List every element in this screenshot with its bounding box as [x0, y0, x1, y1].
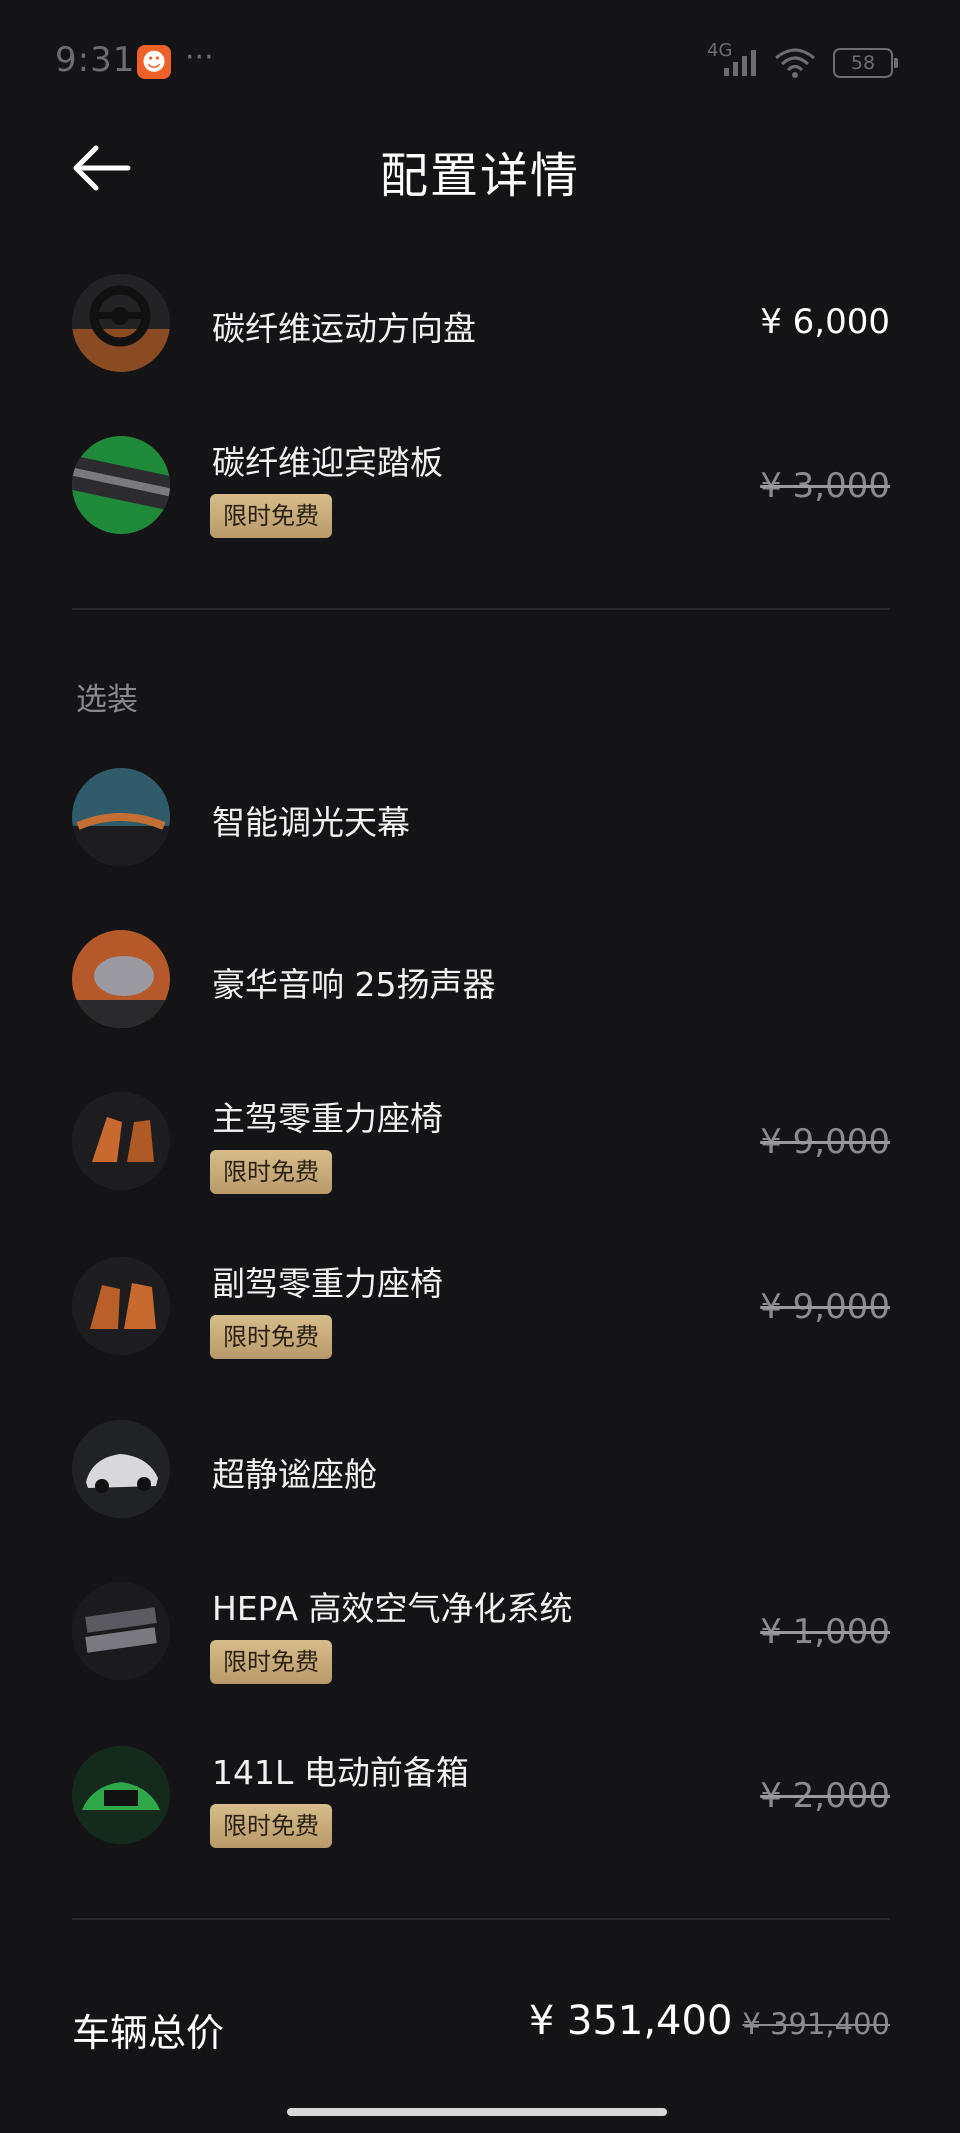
item-name: 碳纤维运动方向盘 — [212, 309, 476, 348]
item-price: ¥ 6,000 — [760, 302, 890, 342]
passenger-seat-thumbnail — [72, 1257, 170, 1355]
total-price: ¥ 351,400 — [528, 1998, 733, 2044]
driver-seat-thumbnail — [72, 1092, 170, 1190]
quiet-cabin-thumbnail — [72, 1420, 170, 1518]
item-name: 智能调光天幕 — [212, 803, 410, 842]
page-title: 配置详情 — [379, 148, 580, 204]
list-item: 141L 电动前备箱 限时免费 ¥ 2,000 — [72, 1746, 890, 1856]
status-bar: 9:31 ☻ ··· 4G 58 — [0, 0, 960, 120]
steering-wheel-thumbnail — [72, 274, 170, 372]
list-item: HEPA 高效空气净化系统 限时免费 ¥ 1,000 — [72, 1582, 890, 1692]
item-name: 超静谧座舱 — [212, 1455, 377, 1494]
list-item: 副驾零重力座椅 限时免费 ¥ 9,000 — [72, 1257, 890, 1367]
original-price: ¥ 9,000 — [760, 1122, 890, 1162]
list-item: 碳纤维运动方向盘 ¥ 6,000 — [72, 274, 890, 384]
more-notifications-icon: ··· — [185, 40, 214, 75]
free-badge: 限时免费 — [210, 1804, 332, 1848]
list-item: 豪华音响 25扬声器 — [72, 930, 890, 1040]
options-section-label: 选装 — [76, 682, 138, 718]
sunroof-thumbnail — [72, 768, 170, 866]
free-badge: 限时免费 — [210, 1150, 332, 1194]
original-price: ¥ 2,000 — [760, 1776, 890, 1816]
free-badge: 限时免费 — [210, 1640, 332, 1684]
hepa-filter-thumbnail — [72, 1582, 170, 1680]
list-item: 主驾零重力座椅 限时免费 ¥ 9,000 — [72, 1092, 890, 1202]
audio-speaker-thumbnail — [72, 930, 170, 1028]
list-item: 超静谧座舱 — [72, 1420, 890, 1530]
original-price: ¥ 1,000 — [760, 1612, 890, 1652]
section-divider — [72, 608, 890, 610]
item-name: 副驾零重力座椅 — [212, 1264, 443, 1303]
wifi-icon — [775, 48, 815, 78]
signal-icon — [724, 50, 756, 76]
item-name: 主驾零重力座椅 — [212, 1099, 443, 1138]
original-price: ¥ 3,000 — [760, 466, 890, 506]
item-name: 碳纤维迎宾踏板 — [212, 443, 443, 482]
item-name: HEPA 高效空气净化系统 — [212, 1589, 573, 1628]
status-time: 9:31 — [55, 40, 136, 80]
total-label: 车辆总价 — [72, 2011, 225, 2055]
list-item: 智能调光天幕 — [72, 768, 890, 878]
total-original-price: ¥ 391,400 — [742, 2007, 890, 2041]
original-price: ¥ 9,000 — [760, 1287, 890, 1327]
item-name: 豪华音响 25扬声器 — [212, 965, 496, 1004]
list-item: 碳纤维迎宾踏板 限时免费 ¥ 3,000 — [72, 436, 890, 546]
app-notification-icon: ☻ — [137, 45, 171, 79]
item-name: 141L 电动前备箱 — [212, 1753, 469, 1792]
home-indicator[interactable] — [287, 2108, 667, 2116]
total-divider — [72, 1918, 890, 1920]
total-price-group: ¥ 351,400 ¥ 391,400 — [529, 1998, 890, 2044]
battery-icon: 58 — [833, 48, 898, 78]
free-badge: 限时免费 — [210, 494, 332, 538]
front-trunk-thumbnail — [72, 1746, 170, 1844]
welcome-pedal-thumbnail — [72, 436, 170, 534]
free-badge: 限时免费 — [210, 1315, 332, 1359]
